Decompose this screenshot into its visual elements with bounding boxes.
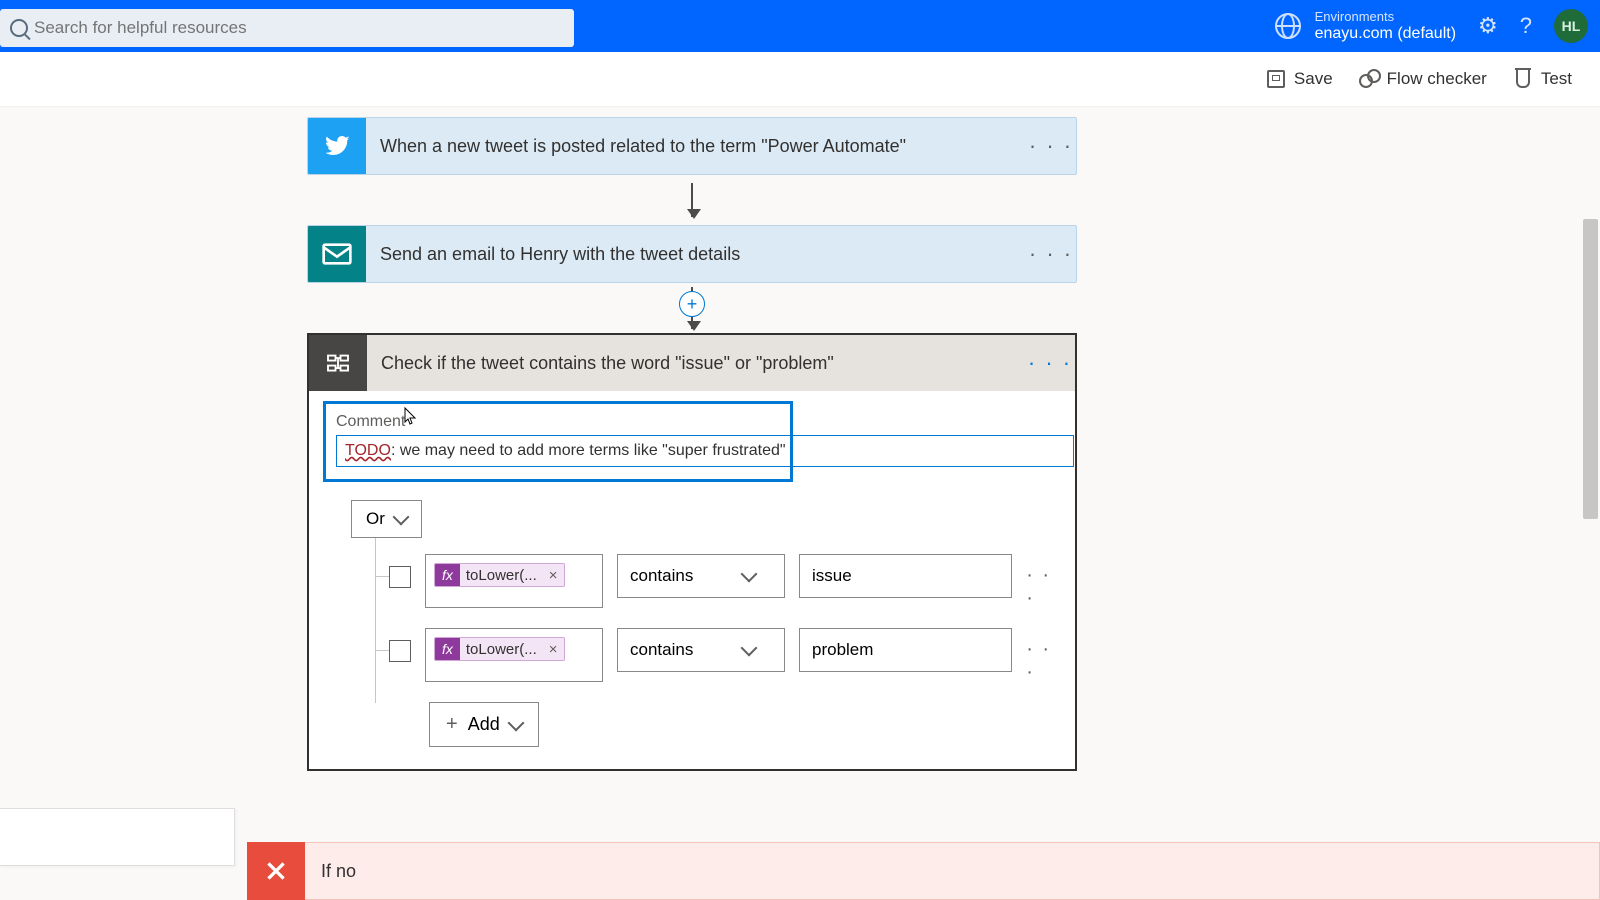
flask-icon <box>1513 69 1533 89</box>
global-search[interactable] <box>0 9 574 47</box>
condition-header[interactable]: Check if the tweet contains the word "is… <box>309 335 1075 391</box>
avatar[interactable]: HL <box>1554 9 1588 43</box>
flow-checker-button[interactable]: Flow checker <box>1359 69 1487 89</box>
connector-arrow: + <box>307 283 1077 333</box>
add-row-button[interactable]: + Add <box>429 702 539 747</box>
chevron-down-icon <box>741 566 758 583</box>
if-no-label: If no <box>305 842 1600 900</box>
row-checkbox[interactable] <box>389 640 411 662</box>
condition-title: Check if the tweet contains the word "is… <box>367 335 1025 391</box>
if-no-branch[interactable]: If no <box>247 842 1600 900</box>
group-operator-select[interactable]: Or <box>351 500 422 538</box>
remove-token-button[interactable]: × <box>543 641 564 658</box>
test-button[interactable]: Test <box>1513 69 1572 89</box>
add-step-button[interactable]: + <box>679 291 705 317</box>
condition-icon <box>309 335 367 391</box>
email-title: Send an email to Henry with the tweet de… <box>366 226 1026 282</box>
trigger-step[interactable]: When a new tweet is posted related to th… <box>307 117 1077 175</box>
environment-label: Environments <box>1315 9 1456 25</box>
help-icon[interactable]: ? <box>1520 13 1532 39</box>
vertical-scrollbar[interactable] <box>1583 219 1598 519</box>
fx-token[interactable]: fx toLower(... × <box>434 637 565 661</box>
comment-input[interactable]: TODO: we may need to add more terms like… <box>336 435 1074 467</box>
value-input[interactable] <box>799 628 1012 672</box>
fx-icon: fx <box>435 638 460 660</box>
expression-field[interactable]: fx toLower(... × <box>425 554 603 608</box>
save-icon <box>1266 69 1286 89</box>
operator-select[interactable]: contains <box>617 628 785 672</box>
step-menu[interactable]: · · · <box>1026 118 1076 174</box>
close-icon <box>247 842 305 900</box>
trigger-title: When a new tweet is posted related to th… <box>366 118 1026 174</box>
condition-step: Check if the tweet contains the word "is… <box>307 333 1077 771</box>
email-step[interactable]: Send an email to Henry with the tweet de… <box>307 225 1077 283</box>
chevron-down-icon <box>741 640 758 657</box>
step-menu[interactable]: · · · <box>1026 226 1076 282</box>
chevron-down-icon <box>392 509 409 526</box>
search-icon <box>10 19 28 37</box>
expression-field[interactable]: fx toLower(... × <box>425 628 603 682</box>
twitter-icon <box>308 118 366 174</box>
fx-icon: fx <box>435 564 460 586</box>
operator-select[interactable]: contains <box>617 554 785 598</box>
row-checkbox[interactable] <box>389 566 411 588</box>
environment-picker[interactable]: Environments enayu.com (default) <box>1275 9 1456 43</box>
if-yes-branch-partial[interactable] <box>0 808 235 866</box>
chevron-down-icon <box>507 714 524 731</box>
remove-token-button[interactable]: × <box>543 567 564 584</box>
condition-row: fx toLower(... × contains · · · <box>363 554 1061 610</box>
cursor-icon <box>405 408 417 426</box>
mail-icon <box>308 226 366 282</box>
step-menu[interactable]: · · · <box>1025 335 1075 391</box>
fx-token[interactable]: fx toLower(... × <box>434 563 565 587</box>
settings-icon[interactable]: ⚙ <box>1478 13 1498 39</box>
plus-icon: + <box>446 713 458 736</box>
save-button[interactable]: Save <box>1266 69 1333 89</box>
condition-row: fx toLower(... × contains · · · <box>363 628 1061 684</box>
flow-canvas[interactable]: When a new tweet is posted related to th… <box>0 107 1600 900</box>
value-input[interactable] <box>799 554 1012 598</box>
globe-icon <box>1275 13 1301 39</box>
action-bar: Save Flow checker Test <box>0 52 1600 107</box>
comment-label: Comment <box>336 408 780 431</box>
flow-checker-icon <box>1359 69 1379 89</box>
connector-arrow <box>307 175 1077 225</box>
search-input[interactable] <box>34 18 564 38</box>
environment-name: enayu.com (default) <box>1315 25 1456 43</box>
row-menu[interactable]: · · · <box>1026 564 1061 610</box>
comment-section: Comment TODO: we may need to add more te… <box>323 401 793 482</box>
row-menu[interactable]: · · · <box>1026 638 1061 684</box>
